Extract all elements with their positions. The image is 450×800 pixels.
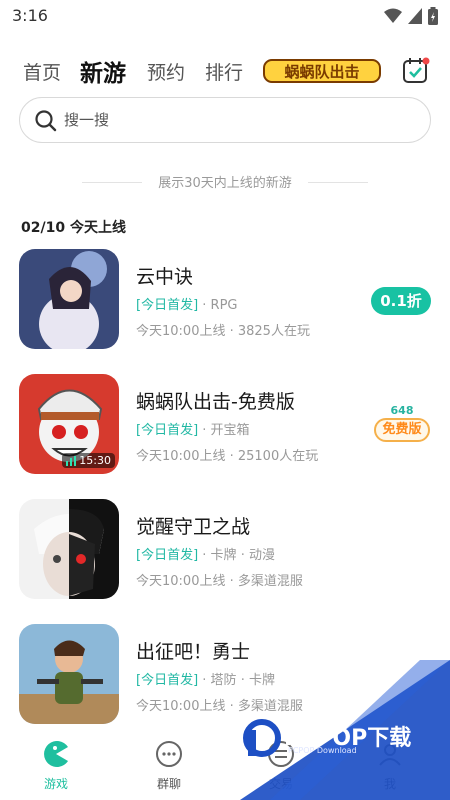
launch-badge: [今日首发] [136,673,199,688]
game-launch-info: 今天10:00上线 · 25100人在玩 [136,449,319,464]
game-tags: · 开宝箱 [202,423,250,438]
notice-text: 展示30天内上线的新游 [158,176,292,191]
nav-label: 游戏 [43,777,68,791]
discount-button[interactable]: 0.1折 [371,287,431,315]
search-icon [35,110,57,132]
game-tags: · 卡牌 · 动漫 [202,548,275,563]
video-duration-badge: 15:30 [62,453,115,468]
tab-new-games[interactable]: 新游 [80,54,126,88]
section-title: 02/10 今天上线 [21,220,126,236]
promo-logo-text: 蜗蜗队出击 [284,63,359,81]
game-meta: [今日首发] · 开宝箱 [136,419,250,438]
status-time: 3:16 [12,6,48,25]
free-version-button[interactable]: 648 免费版 [374,404,430,444]
battery-icon [428,7,438,25]
status-bar: 3:16 [0,0,450,32]
game-item[interactable]: 觉醒守卫之战 [今日首发] · 卡牌 · 动漫 今天10:00上线 · 多渠道混… [0,499,450,611]
wifi-icon [384,8,402,23]
tab-reserve[interactable]: 预约 [147,58,185,85]
game-item[interactable]: 云中诀 [今日首发] · RPG 今天10:00上线 · 3825人在玩 0.1… [0,249,450,361]
game-icon [19,499,119,599]
nav-item-chat[interactable]: 群聊 [129,740,209,796]
promo-logo-art: 蜗蜗队出击 [263,59,381,83]
game-meta: [今日首发] · 卡牌 · 动漫 [136,544,275,563]
launch-badge: [今日首发] [136,298,199,313]
pacman-icon [44,741,68,767]
game-name: 觉醒守卫之战 [136,516,251,538]
game-tags: · RPG [202,298,238,313]
game-icon [19,624,119,724]
promo-logo[interactable]: 蜗蜗队出击 [262,56,382,86]
game-name: 云中诀 [136,266,194,288]
free-badge-number: 648 [390,404,414,417]
game-name: 出征吧！勇士 [136,641,251,663]
chat-icon [156,741,182,767]
signal-icon [408,8,422,24]
game-name: 蜗蜗队出击-免费版 [136,391,295,413]
tab-ranking[interactable]: 排行 [205,58,243,85]
game-item[interactable]: 15:30 蜗蜗队出击-免费版 [今日首发] · 开宝箱 今天10:00上线 ·… [0,374,450,486]
game-icon [19,249,119,349]
bars-icon [66,455,77,466]
search-bar[interactable] [19,97,431,143]
nav-label: 群聊 [156,777,181,791]
search-input[interactable] [64,107,404,133]
watermark-subtext: PCPOP Download [288,746,357,755]
divider-right [308,182,368,183]
top-tab-bar: 首页 新游 预约 排行 蜗蜗队出击 [0,48,450,96]
watermark: PCPOP下载 PCPOP Download [240,660,450,800]
launch-badge: [今日首发] [136,548,199,563]
game-icon: 15:30 [19,374,119,474]
free-badge-label: 免费版 [374,418,430,442]
launch-badge: [今日首发] [136,423,199,438]
game-launch-info: 今天10:00上线 · 多渠道混服 [136,574,303,589]
calendar-icon [403,57,430,83]
game-meta: [今日首发] · RPG [136,294,238,313]
nav-item-games[interactable]: 游戏 [16,740,96,796]
tab-home[interactable]: 首页 [23,58,61,85]
game-launch-info: 今天10:00上线 · 3825人在玩 [136,324,310,339]
new-games-notice: 展示30天内上线的新游 [0,172,450,192]
status-icons [384,7,438,25]
calendar-button[interactable] [401,56,431,86]
duration-text: 15:30 [79,454,111,467]
